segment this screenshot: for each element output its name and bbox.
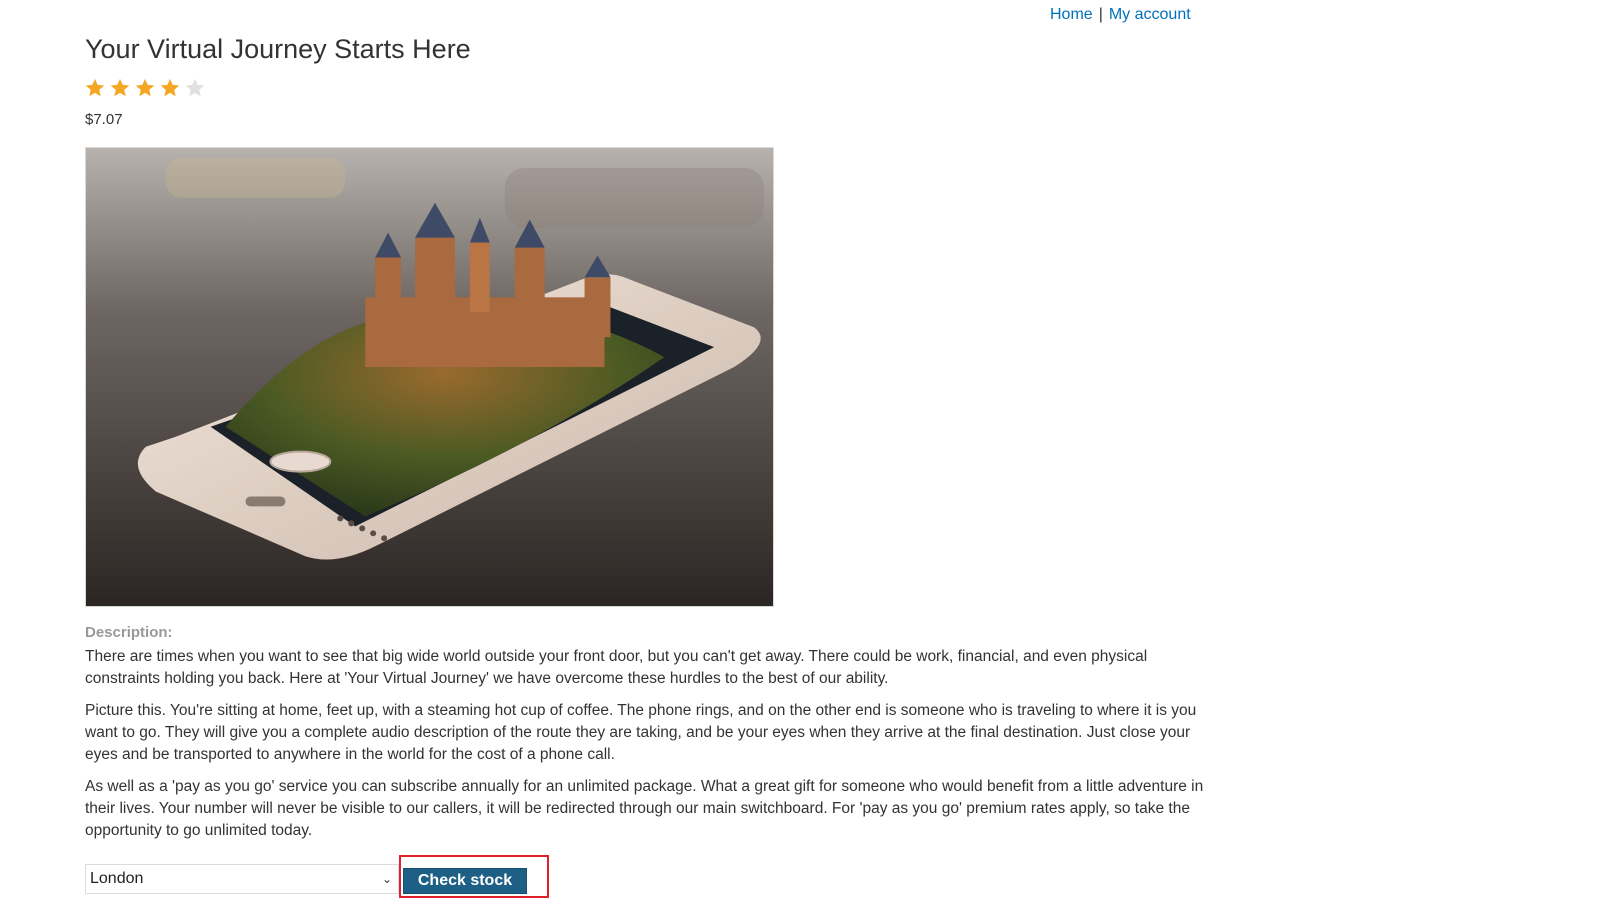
- description-body: There are times when you want to see tha…: [85, 646, 1210, 852]
- description-paragraph: There are times when you want to see tha…: [85, 648, 1148, 687]
- description-paragraph: Picture this. You're sitting at home, fe…: [85, 702, 1197, 763]
- star-filled-icon: [135, 78, 155, 97]
- check-stock-button[interactable]: Check stock: [403, 868, 527, 894]
- product-image: [85, 147, 774, 607]
- description-label: Description:: [85, 624, 173, 641]
- product-price: $7.07: [85, 111, 123, 128]
- chevron-down-icon: ⌄: [381, 872, 392, 886]
- description-paragraph: As well as a 'pay as you go' service you…: [85, 778, 1204, 839]
- store-select[interactable]: London ⌄: [85, 864, 399, 894]
- home-link[interactable]: Home: [1050, 6, 1093, 23]
- star-filled-icon: [160, 78, 180, 97]
- product-title: Your Virtual Journey Starts Here: [85, 34, 471, 64]
- star-filled-icon: [85, 78, 105, 97]
- my-account-link[interactable]: My account: [1109, 6, 1191, 23]
- star-empty-icon: [185, 78, 205, 97]
- top-nav: Home | My account: [1050, 6, 1210, 24]
- nav-separator: |: [1098, 6, 1103, 23]
- store-select-value: London: [90, 870, 144, 887]
- star-filled-icon: [110, 78, 130, 97]
- star-rating: [84, 77, 206, 99]
